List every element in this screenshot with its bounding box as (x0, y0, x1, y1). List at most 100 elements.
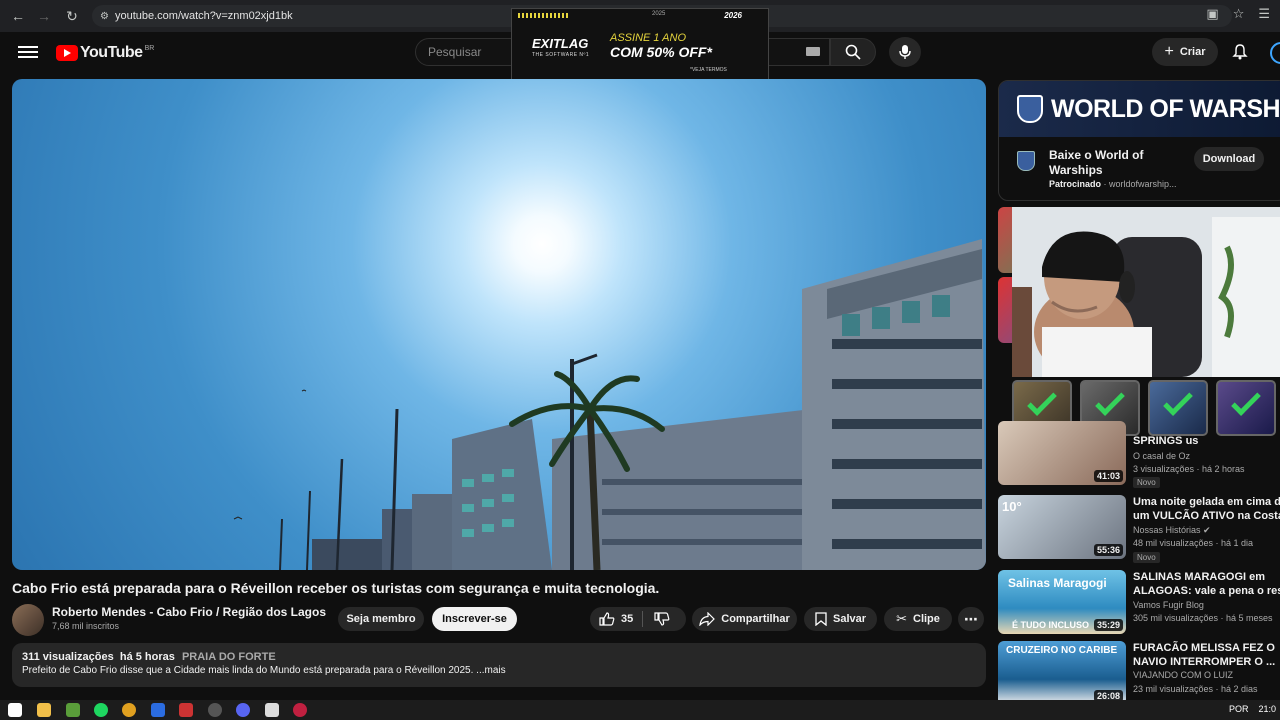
rec-stats: 305 mil visualizações · há 5 meses (1133, 613, 1273, 623)
rec-thumbnail[interactable]: CRUZEIRO NO CARIBE 26:08 (998, 641, 1126, 705)
hamburger-menu-icon[interactable] (18, 43, 38, 63)
video-player[interactable] (12, 79, 986, 570)
rec-title-line1: Uma noite gelada em cima de (1133, 496, 1280, 508)
channel-name[interactable]: Roberto Mendes - Cabo Frio / Região dos … (52, 605, 326, 619)
voice-search-button[interactable] (889, 37, 921, 67)
more-actions-icon[interactable]: ⋯ (958, 607, 984, 631)
app-icon[interactable] (208, 703, 222, 717)
rec-channel[interactable]: VIAJANDO COM O LUIZ (1133, 670, 1233, 680)
location-tag[interactable]: PRAIA DO FORTE (182, 651, 276, 663)
sidebar-ad[interactable]: WORLD OF WARSHIPS Baixe o World of Warsh… (998, 80, 1280, 201)
ad-sponsor-line: Patrocinado · worldofwarship... (1049, 179, 1177, 189)
app-icon[interactable] (179, 703, 193, 717)
system-tray: POR 21:0 (1229, 704, 1276, 714)
recommendation-item[interactable]: 10° 55:36 Uma noite gelada em cima de um… (998, 495, 1280, 565)
windows-taskbar: POR 21:0 (0, 700, 1280, 720)
check-icon (1027, 386, 1057, 416)
rec-title-line2: NAVIO INTERROMPER O ... (1133, 656, 1276, 668)
ad-line1: ASSINE 1 ANO (610, 32, 687, 44)
check-icon (1163, 386, 1193, 416)
rec-thumbnail[interactable]: 10° 55:36 (998, 495, 1126, 559)
scissors-icon: ✂ (896, 611, 907, 626)
app-icon[interactable] (151, 703, 165, 717)
app-icon[interactable] (293, 703, 307, 717)
clip-label: Clipe (913, 613, 940, 625)
clip-button[interactable]: ✂ Clipe (884, 607, 952, 631)
create-button[interactable]: + Criar (1152, 38, 1218, 66)
exitlag-ad-banner[interactable]: 2025 2026 EXITLAG THE SOFTWARE Nº1 ASSIN… (511, 8, 769, 80)
ad-brand: EXITLAG (532, 36, 589, 51)
country-code: BR (144, 44, 155, 52)
thumbs-down-icon[interactable] (654, 612, 670, 626)
ad-terms: *VEJA TERMOS (690, 67, 727, 73)
account-avatar[interactable] (1270, 42, 1280, 64)
rec-channel[interactable]: Vamos Fugir Blog (1133, 600, 1204, 610)
youtube-play-icon (56, 45, 78, 61)
rec-duration: 55:36 (1093, 544, 1123, 556)
rec-channel-name: Nossas Histórias (1133, 525, 1201, 535)
share-label: Compartilhar (721, 613, 790, 625)
discord-icon[interactable] (236, 703, 250, 717)
clock[interactable]: 21:0 (1258, 704, 1276, 714)
file-explorer-icon[interactable] (37, 703, 51, 717)
rec-thumbnail[interactable]: 41:03 (998, 421, 1126, 485)
share-button[interactable]: Compartilhar (692, 607, 797, 631)
recommendation-item[interactable]: 41:03 SPRINGS us O casal de Oz 3 visuali… (998, 421, 1280, 491)
bookmark-star-icon[interactable]: ☆ (1233, 6, 1245, 22)
rec-thumbnail[interactable]: Salinas Maragogi É TUDO INCLUSO 35:29 (998, 570, 1126, 634)
reading-list-icon[interactable]: ☰ (1258, 6, 1270, 22)
windows-start-icon[interactable] (8, 703, 22, 717)
rec-title[interactable]: SPRINGS us (1133, 434, 1280, 448)
back-icon[interactable]: ← (6, 4, 30, 28)
plus-icon: + (1164, 43, 1174, 60)
rec-stats: 48 mil visualizações · há 1 dia (1133, 538, 1254, 548)
ad-title[interactable]: Baixe o World of Warships (1049, 148, 1179, 178)
like-divider (642, 611, 643, 627)
recommendation-item[interactable]: Salinas Maragogi É TUDO INCLUSO 35:29 SA… (998, 570, 1280, 640)
ad-banner-image[interactable]: WORLD OF WARSHIPS (999, 81, 1280, 137)
ad-stripes (518, 13, 570, 18)
subscriber-count: 7,68 mil inscritos (52, 621, 120, 631)
verified-icon: ✔ (1203, 525, 1211, 535)
rec-title-line2: ALAGOAS: vale a pena o resort (1133, 585, 1280, 597)
rec-channel[interactable]: O casal de Oz (1133, 451, 1190, 461)
forward-icon[interactable]: → (32, 4, 56, 28)
join-membership-button[interactable]: Seja membro (338, 607, 424, 631)
rec-title-line1: FURACÃO MELISSA FEZ O (1133, 642, 1275, 654)
rec-thumb-text: CRUZEIRO NO CARIBE (1006, 645, 1118, 656)
rec-title-line2: um VULCÃO ATIVO na Costa ... (1133, 510, 1280, 522)
save-button[interactable]: Salvar (804, 607, 877, 631)
reload-icon[interactable]: ↻ (60, 4, 84, 28)
app-icon[interactable] (66, 703, 80, 717)
wows-shield-icon (1017, 95, 1043, 123)
like-button[interactable]: 35 (590, 607, 686, 631)
spotify-icon[interactable] (94, 703, 108, 717)
youtube-logo[interactable]: YouTube BR (56, 44, 154, 62)
description-box[interactable]: 311 visualizações há 5 horas PRAIA DO FO… (12, 643, 986, 687)
rec-title-line1: SALINAS MARAGOGI em (1133, 571, 1266, 583)
subscribe-button[interactable]: Inscrever-se (432, 607, 517, 631)
ad-domain: worldofwarship... (1109, 179, 1177, 189)
install-app-icon[interactable]: ▣ (1206, 6, 1218, 22)
rec-channel[interactable]: Nossas Histórias ✔ (1133, 525, 1211, 536)
upload-age: há 5 horas (119, 651, 175, 663)
rec-title[interactable]: Uma noite gelada em cima de um VULCÃO AT… (1133, 495, 1280, 523)
video-meta-line: 311 visualizações há 5 horas PRAIA DO FO… (22, 651, 276, 663)
ad-year-small: 2025 (652, 11, 666, 17)
rec-title[interactable]: SALINAS MARAGOGI em ALAGOAS: vale a pena… (1133, 570, 1280, 598)
site-info-icon[interactable]: ⚙ (100, 11, 109, 22)
app-icon[interactable] (265, 703, 279, 717)
keyboard-icon[interactable] (806, 47, 820, 56)
search-button[interactable] (830, 38, 876, 66)
language-indicator[interactable]: POR (1229, 704, 1249, 714)
rec-duration: 35:29 (1093, 619, 1123, 631)
rec-title[interactable]: FURACÃO MELISSA FEZ O NAVIO INTERROMPER … (1133, 641, 1280, 669)
save-label: Salvar (832, 613, 867, 625)
webcam-image (1012, 207, 1280, 377)
sponsored-label: Patrocinado (1049, 179, 1102, 189)
advertiser-logo-icon (1017, 151, 1035, 171)
download-button[interactable]: Download (1194, 147, 1264, 171)
channel-avatar[interactable] (12, 604, 44, 636)
notifications-bell-icon[interactable] (1230, 42, 1250, 62)
chrome-icon[interactable] (122, 703, 136, 717)
